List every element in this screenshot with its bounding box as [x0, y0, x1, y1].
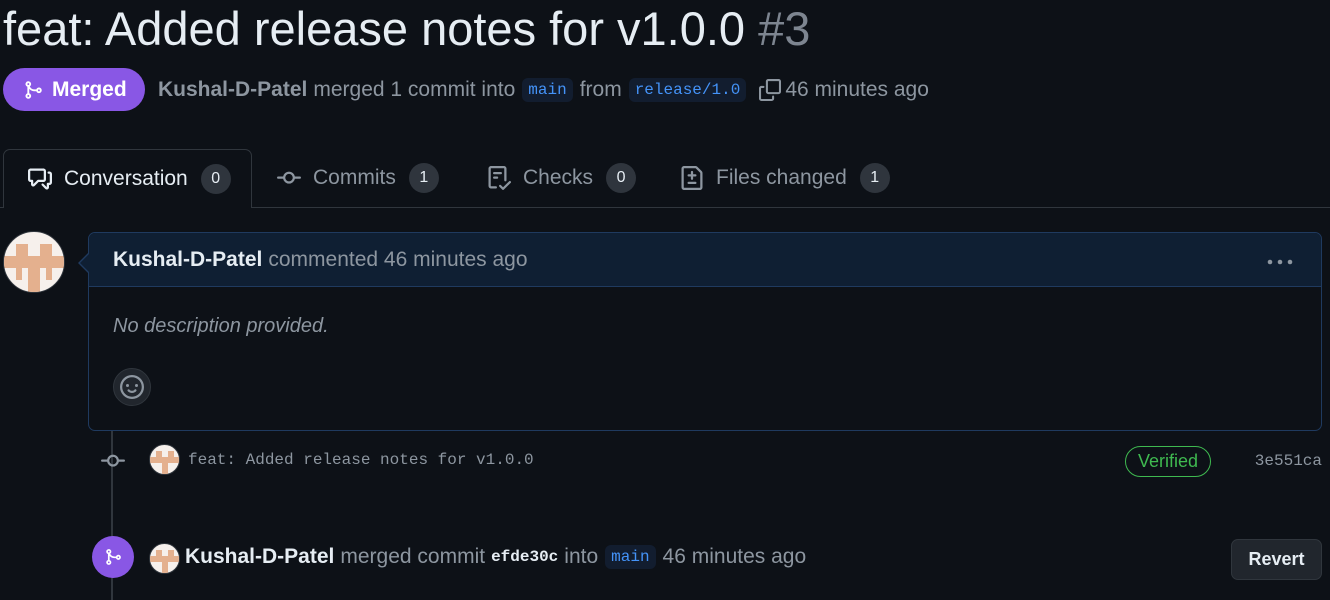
tab-files-changed-label: Files changed — [716, 166, 847, 189]
tab-commits[interactable]: Commits 1 — [277, 149, 439, 207]
pr-author-link[interactable]: Kushal-D-Patel — [158, 78, 307, 102]
kebab-horizontal-icon[interactable] — [1267, 252, 1293, 276]
commit-message-link[interactable]: feat: Added release notes for v1.0.0 — [188, 451, 534, 469]
tab-commits-label: Commits — [313, 166, 396, 189]
pr-title-text: feat: Added release notes for v1.0.0 — [3, 2, 746, 55]
git-merge-icon — [106, 549, 121, 565]
head-branch-label[interactable]: release/1.0 — [628, 78, 747, 102]
tab-files-changed-count: 1 — [859, 163, 890, 193]
tab-checks-label: Checks — [523, 166, 594, 189]
git-commit-icon — [100, 449, 126, 478]
tab-conversation-count: 0 — [200, 164, 231, 194]
smiley-icon — [120, 375, 144, 399]
git-merge-icon — [25, 80, 42, 99]
comment-author-link[interactable]: Kushal-D-Patel — [113, 248, 262, 272]
comment-body: No description provided. — [113, 315, 329, 337]
commit-sha-link[interactable]: 3e551ca — [1255, 452, 1322, 470]
comment-box: Kushal-D-Patel commented 46 minutes ago … — [88, 232, 1322, 431]
state-label: Merged — [52, 77, 127, 101]
avatar[interactable] — [149, 444, 180, 475]
tab-checks[interactable]: Checks 0 — [487, 149, 637, 207]
comment-header: Kushal-D-Patel commented 46 minutes ago — [89, 233, 1321, 287]
pr-number[interactable]: #3 — [758, 2, 810, 55]
from-word: from — [579, 78, 622, 101]
merged-state-badge: Merged — [3, 68, 145, 111]
avatar[interactable] — [3, 231, 65, 293]
avatar[interactable] — [149, 543, 180, 574]
tab-files-changed[interactable]: Files changed 1 — [680, 149, 890, 207]
add-reaction-button[interactable] — [113, 368, 151, 406]
pr-title: feat: Added release notes for v1.0.0 #3 — [3, 2, 810, 56]
merge-base-branch-label[interactable]: main — [605, 545, 656, 569]
revert-button[interactable]: Revert — [1231, 539, 1322, 580]
tab-checks-count: 0 — [606, 163, 637, 193]
file-diff-icon — [681, 166, 703, 190]
merge-action: merged commit — [340, 545, 486, 568]
into-word: into — [564, 545, 599, 568]
merge-event-badge — [92, 536, 134, 578]
checklist-icon — [488, 166, 511, 190]
base-branch-label[interactable]: main — [522, 78, 573, 102]
merge-event-text: Kushal-D-Patel merged commit efde30c int… — [185, 541, 806, 573]
comment-pointer-fill — [80, 254, 89, 272]
git-commit-icon — [277, 171, 301, 184]
copy-icon[interactable] — [759, 79, 782, 101]
tab-conversation-label: Conversation — [64, 167, 188, 190]
tab-conversation[interactable]: Conversation 0 — [3, 149, 252, 208]
merge-author-link[interactable]: Kushal-D-Patel — [185, 545, 334, 569]
merge-commit-sha-link[interactable]: efde30c — [491, 548, 558, 566]
merge-summary: merged 1 commit into — [313, 78, 516, 101]
merge-time[interactable]: 46 minutes ago — [663, 545, 807, 569]
verified-badge[interactable]: Verified — [1125, 446, 1211, 477]
comment-action[interactable]: commented 46 minutes ago — [268, 248, 527, 272]
comment-discussion-icon — [28, 168, 52, 190]
pr-time[interactable]: 46 minutes ago — [785, 78, 929, 102]
pr-meta: Kushal-D-Patel merged 1 commit into main… — [158, 74, 929, 106]
tab-commits-count: 1 — [408, 163, 439, 193]
